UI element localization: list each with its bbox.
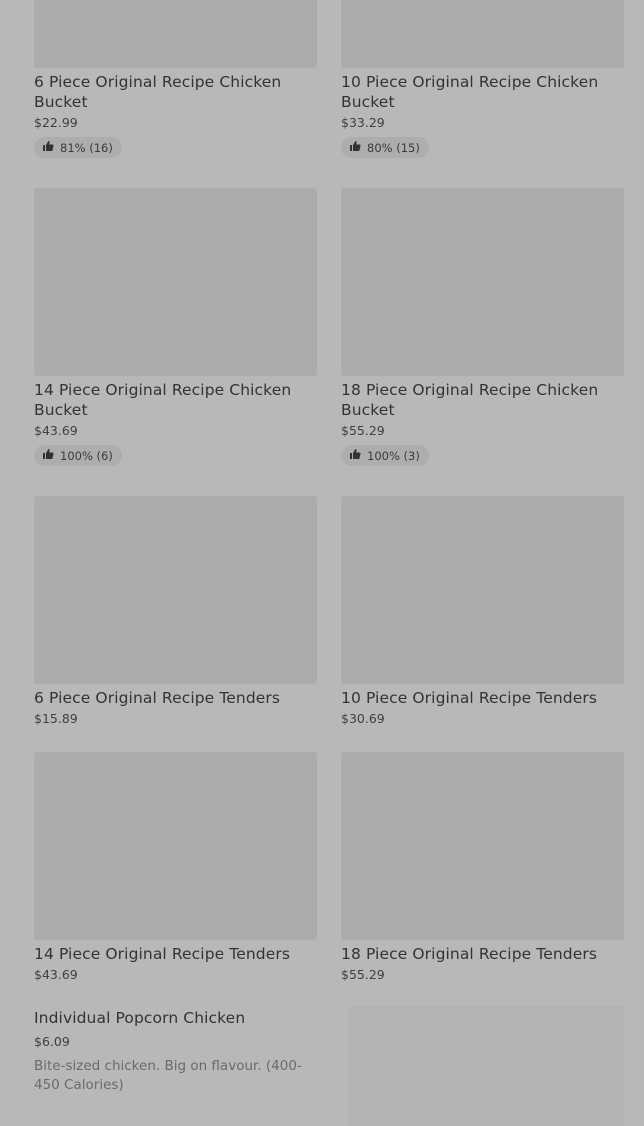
rating-text: 100% (6) <box>60 448 113 463</box>
product-image[interactable] <box>348 1006 624 1126</box>
product-card[interactable]: 6 Piece Original Recipe Tenders $15.89 <box>34 496 317 726</box>
product-price: $55.29 <box>341 423 385 438</box>
product-card[interactable]: 18 Piece Original Recipe Chicken Bucket … <box>341 188 624 466</box>
product-card[interactable]: 10 Piece Original Recipe Tenders $30.69 <box>341 496 624 726</box>
product-price: $15.89 <box>34 711 78 726</box>
product-image[interactable] <box>341 0 624 68</box>
thumbs-up-icon <box>42 448 54 463</box>
product-image[interactable] <box>341 752 624 940</box>
product-title[interactable]: 14 Piece Original Recipe Tenders <box>34 944 317 964</box>
product-title[interactable]: 18 Piece Original Recipe Tenders <box>341 944 624 964</box>
popcorn-chicken-card[interactable]: Individual Popcorn Chicken $6.09 Bite-si… <box>34 1008 324 1095</box>
product-title[interactable]: 10 Piece Original Recipe Tenders <box>341 688 624 708</box>
product-title[interactable]: 6 Piece Original Recipe Tenders <box>34 688 317 708</box>
thumbs-up-icon <box>349 140 361 155</box>
rating-badge: 100% (3) <box>341 445 429 466</box>
product-card[interactable]: 6 Piece Original Recipe Chicken Bucket $… <box>34 0 317 158</box>
rating-text: 81% (16) <box>60 140 113 155</box>
product-price: $30.69 <box>341 711 385 726</box>
thumbs-up-icon <box>42 140 54 155</box>
product-price: $33.29 <box>341 115 385 130</box>
product-image[interactable] <box>341 496 624 684</box>
product-image[interactable] <box>34 752 317 940</box>
product-description: Bite-sized chicken. Big on flavour. (400… <box>34 1058 302 1093</box>
rating-text: 100% (3) <box>367 448 420 463</box>
thumbs-up-icon <box>349 448 361 463</box>
product-price: $55.29 <box>341 967 385 982</box>
product-image[interactable] <box>34 0 317 68</box>
rating-text: 80% (15) <box>367 140 420 155</box>
product-image[interactable] <box>341 188 624 376</box>
product-title[interactable]: Individual Popcorn Chicken <box>34 1008 324 1028</box>
rating-badge: 80% (15) <box>341 137 429 158</box>
product-card[interactable]: 14 Piece Original Recipe Chicken Bucket … <box>34 188 317 466</box>
rating-badge: 100% (6) <box>34 445 122 466</box>
product-price: $22.99 <box>34 115 78 130</box>
product-image[interactable] <box>34 496 317 684</box>
product-card[interactable]: 18 Piece Original Recipe Tenders $55.29 <box>341 752 624 982</box>
product-title[interactable]: 14 Piece Original Recipe Chicken Bucket <box>34 380 317 420</box>
product-title[interactable]: 18 Piece Original Recipe Chicken Bucket <box>341 380 624 420</box>
product-card[interactable]: 14 Piece Original Recipe Tenders $43.69 <box>34 752 317 982</box>
product-title[interactable]: 10 Piece Original Recipe Chicken Bucket <box>341 72 624 112</box>
product-price: $43.69 <box>34 423 78 438</box>
product-price: $6.09 <box>34 1034 70 1049</box>
product-price: $43.69 <box>34 967 78 982</box>
product-title[interactable]: 6 Piece Original Recipe Chicken Bucket <box>34 72 317 112</box>
rating-badge: 81% (16) <box>34 137 122 158</box>
product-grid: 6 Piece Original Recipe Chicken Bucket $… <box>34 0 624 982</box>
product-image[interactable] <box>34 188 317 376</box>
product-card[interactable]: 10 Piece Original Recipe Chicken Bucket … <box>341 0 624 158</box>
